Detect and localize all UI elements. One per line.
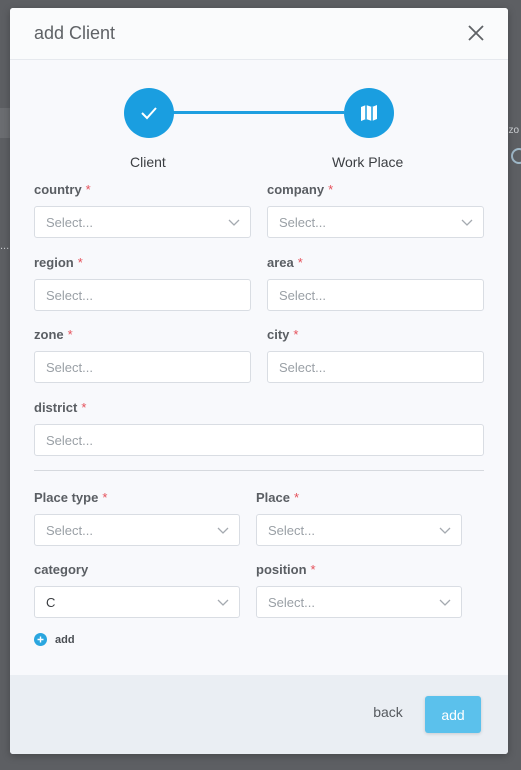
step-label-client: Client — [130, 154, 166, 170]
category-field: category C — [34, 562, 240, 618]
background-right-label: zo — [508, 125, 519, 136]
country-field: country * Select... — [34, 182, 251, 238]
company-label: company — [267, 182, 325, 197]
position-field: position * Select... — [256, 562, 462, 618]
place-type-label: Place type — [34, 490, 99, 505]
position-label: position — [256, 562, 307, 577]
modal-footer: back add — [10, 675, 508, 754]
back-button[interactable]: back — [358, 704, 418, 720]
background-toggle — [511, 148, 521, 164]
place-type-select[interactable]: Select... — [34, 514, 240, 546]
required-marker: * — [310, 562, 316, 577]
plus-icon — [34, 633, 47, 646]
close-button[interactable] — [466, 23, 486, 43]
map-icon — [361, 105, 377, 121]
add-link-label: add — [55, 633, 75, 646]
required-marker: * — [67, 327, 73, 342]
district-field: district * Select... — [34, 400, 484, 456]
area-label: area — [267, 255, 294, 270]
close-icon — [468, 25, 484, 41]
add-position-button[interactable]: add — [34, 633, 75, 646]
country-label: country — [34, 182, 82, 197]
region-label: region — [34, 255, 74, 270]
required-marker: * — [85, 182, 91, 197]
city-field: city * Select... — [267, 327, 484, 383]
place-type-field: Place type * Select... — [34, 490, 240, 546]
country-select[interactable]: Select... — [34, 206, 251, 238]
required-marker: * — [293, 327, 299, 342]
place-label: Place — [256, 490, 290, 505]
position-select[interactable]: Select... — [256, 586, 462, 618]
chevron-down-icon — [439, 599, 451, 606]
step-work-place[interactable] — [344, 88, 394, 138]
background-left-text: ... — [0, 240, 10, 252]
region-select[interactable]: Select... — [34, 279, 251, 311]
step-connector — [172, 111, 344, 114]
stepper — [10, 60, 508, 180]
step-client[interactable] — [124, 88, 174, 138]
modal-header: add Client — [10, 8, 508, 60]
zone-field: zone * Select... — [34, 327, 251, 383]
district-select[interactable]: Select... — [34, 424, 484, 456]
form-divider — [34, 470, 484, 471]
category-select[interactable]: C — [34, 586, 240, 618]
required-marker: * — [297, 255, 303, 270]
modal-title: add Client — [34, 23, 116, 43]
required-marker: * — [102, 490, 108, 505]
step-label-work-place: Work Place — [332, 154, 404, 170]
city-label: city — [267, 327, 290, 342]
add-button[interactable]: add — [425, 696, 481, 733]
district-label: district — [34, 400, 78, 415]
place-select[interactable]: Select... — [256, 514, 462, 546]
add-client-modal: add Client Client Work Place country * S… — [10, 8, 508, 754]
category-label: category — [34, 562, 89, 577]
zone-select[interactable]: Select... — [34, 351, 251, 383]
chevron-down-icon — [228, 219, 240, 226]
place-field: Place * Select... — [256, 490, 462, 546]
required-marker: * — [77, 255, 83, 270]
chevron-down-icon — [217, 527, 229, 534]
category-value: C — [46, 594, 56, 610]
chevron-down-icon — [217, 599, 229, 606]
chevron-down-icon — [439, 527, 451, 534]
required-marker: * — [81, 400, 87, 415]
company-field: company * Select... — [267, 182, 484, 238]
chevron-down-icon — [461, 219, 473, 226]
background-strip — [0, 108, 10, 138]
check-icon — [141, 107, 157, 120]
company-select[interactable]: Select... — [267, 206, 484, 238]
city-select[interactable]: Select... — [267, 351, 484, 383]
region-field: region * Select... — [34, 255, 251, 311]
area-select[interactable]: Select... — [267, 279, 484, 311]
required-marker: * — [293, 490, 300, 505]
area-field: area * Select... — [267, 255, 484, 311]
required-marker: * — [328, 182, 334, 197]
zone-label: zone — [34, 327, 64, 342]
